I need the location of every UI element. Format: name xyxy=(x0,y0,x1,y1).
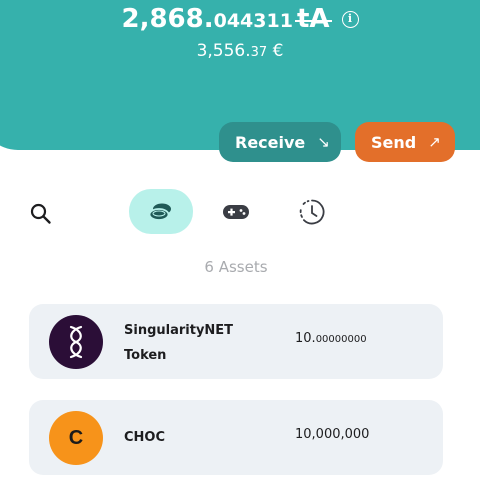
asset-name: SingularityNET Token xyxy=(124,323,234,363)
send-label: Send xyxy=(371,132,417,152)
asset-name: CHOC xyxy=(124,430,166,445)
tab-history[interactable] xyxy=(280,189,344,234)
info-icon[interactable]: i xyxy=(341,11,359,28)
arrow-up-right-icon: ↗ xyxy=(428,133,441,151)
amount-integer: 10. xyxy=(295,331,316,346)
arrow-down-right-icon: ↘ xyxy=(317,133,330,151)
receive-label: Receive xyxy=(235,132,306,152)
tab-assets[interactable] xyxy=(129,189,193,234)
token-balance: 2,868.044311 tA i xyxy=(0,4,480,34)
asset-amount: 10,000,000 xyxy=(295,427,369,442)
tab-games[interactable] xyxy=(204,189,268,234)
send-button[interactable]: Send ↗ xyxy=(355,122,455,162)
singularitynet-logo-icon xyxy=(49,315,103,369)
amount-decimal: 00000000 xyxy=(315,334,367,345)
fiat-integer: 3,556. xyxy=(196,41,251,61)
asset-row-choc[interactable]: C CHOC 10,000,000 xyxy=(29,400,443,475)
fiat-balance: 3,556.37 € xyxy=(0,41,480,61)
balance-currency: tA xyxy=(294,4,332,34)
asset-amount: 10.00000000 xyxy=(295,331,367,346)
balance-integer: 2,868. xyxy=(121,4,214,34)
amount-integer: 10,000,000 xyxy=(295,427,370,442)
gamepad-icon xyxy=(223,204,249,219)
fiat-decimal: 37 xyxy=(250,45,268,60)
balance-decimal: 044311 xyxy=(213,10,293,32)
receive-button[interactable]: Receive ↘ xyxy=(219,122,341,162)
search-icon[interactable] xyxy=(30,203,52,225)
choc-logo-icon: C xyxy=(49,411,103,465)
fiat-currency: € xyxy=(267,41,284,61)
assets-count: 6 Assets xyxy=(204,258,268,276)
coins-icon xyxy=(148,203,171,221)
history-icon xyxy=(299,199,325,224)
asset-row-singularitynet[interactable]: SingularityNET Token 10.00000000 xyxy=(29,304,443,379)
